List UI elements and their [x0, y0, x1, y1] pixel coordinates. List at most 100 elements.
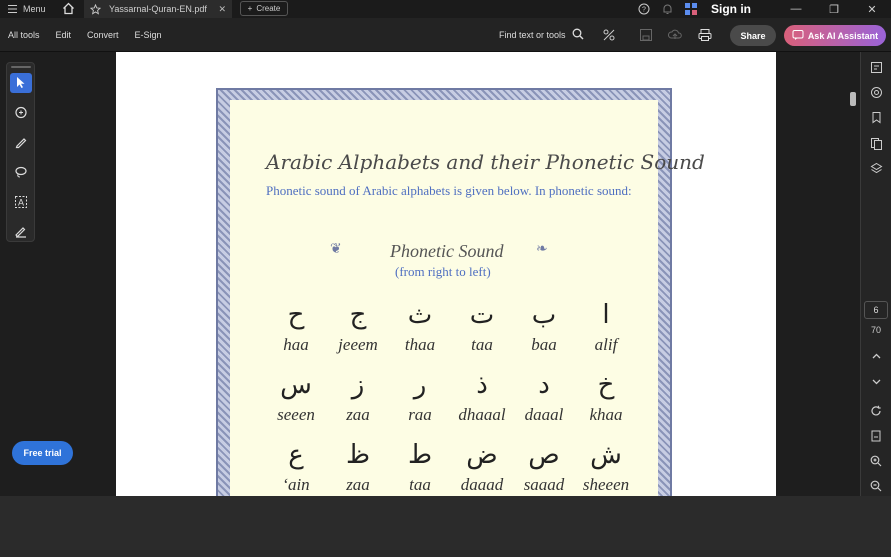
section-subtitle: (from right to left)	[395, 264, 491, 279]
letter-cell: س seeen	[266, 365, 326, 425]
main-toolbar: All tools Edit Convert E-Sign Find text …	[0, 18, 891, 52]
letter-cell: ا alif	[576, 295, 636, 355]
arabic-letter: ظ	[345, 440, 371, 470]
find-text-or-tools[interactable]: Find text or tools	[499, 28, 584, 42]
phonetic-label: khaa	[589, 405, 623, 424]
draw-tool-button[interactable]	[10, 162, 32, 182]
arabic-letter: د	[538, 370, 550, 400]
document-tab[interactable]: Yassarnal-Quran-EN.pdf ✕	[84, 0, 232, 18]
phonetic-label: alif	[594, 335, 618, 354]
minimize-icon[interactable]: —	[777, 3, 815, 15]
comment-list-icon[interactable]	[865, 58, 887, 77]
chevron-down-icon[interactable]	[865, 372, 887, 391]
home-icon[interactable]	[62, 2, 75, 15]
cloud-upload-icon[interactable]	[667, 28, 682, 42]
bookmark-icon[interactable]	[865, 108, 887, 127]
arabic-letter: ح	[287, 300, 305, 330]
arabic-letter: ذ	[476, 370, 488, 400]
current-page-input[interactable]: 6	[864, 301, 888, 319]
arabic-letter: ع	[288, 440, 304, 470]
phonetic-label: seeen	[277, 405, 315, 424]
right-panel: 6 70	[860, 52, 891, 496]
total-pages: 70	[870, 324, 881, 335]
text-box-icon: A	[14, 195, 27, 208]
zoom-out-icon[interactable]	[865, 477, 887, 496]
tools-settings-icon[interactable]	[602, 28, 616, 42]
ai-insights-icon[interactable]	[865, 83, 887, 102]
arabic-letter: ض	[466, 440, 498, 470]
letter-cell: ظ zaa	[328, 435, 388, 495]
quick-tools-panel: A	[6, 62, 35, 242]
close-tab-icon[interactable]: ✕	[218, 4, 226, 15]
letter-cell: ش sheeen	[576, 435, 636, 495]
titlebar-right: ? Sign in — ❐ ✕	[638, 0, 891, 18]
all-tools-menu[interactable]: All tools	[8, 30, 40, 40]
fit-page-icon[interactable]	[865, 426, 887, 445]
sign-tool-button[interactable]	[10, 221, 32, 241]
free-trial-button[interactable]: Free trial	[12, 441, 73, 465]
letter-cell: ض daaad	[452, 435, 512, 495]
lasso-icon	[14, 166, 27, 178]
tab-title: Yassarnal-Quran-EN.pdf	[109, 4, 207, 14]
sign-in-link[interactable]: Sign in	[711, 2, 751, 16]
arabic-letter: ت	[469, 300, 495, 330]
arabic-letter: ا	[602, 300, 610, 330]
star-icon[interactable]	[90, 3, 101, 15]
add-comment-button[interactable]	[10, 103, 32, 123]
pen-icon	[15, 138, 26, 149]
print-icon[interactable]	[698, 28, 712, 42]
convert-menu[interactable]: Convert	[87, 30, 119, 40]
phonetic-label: baa	[531, 335, 557, 354]
edit-menu[interactable]: Edit	[56, 30, 72, 40]
drag-handle[interactable]	[10, 66, 31, 68]
arabic-letter: ش	[590, 440, 622, 470]
phonetic-label: ‘ain	[282, 475, 310, 494]
phonetic-label: zaa	[346, 405, 370, 424]
document-description: Phonetic sound of Arabic alphabets is gi…	[266, 183, 632, 198]
text-select-tool-button[interactable]: A	[10, 192, 32, 212]
chevron-up-icon[interactable]	[865, 347, 887, 366]
highlight-tool-button[interactable]	[10, 132, 32, 152]
phonetic-label: jeeem	[338, 335, 378, 354]
find-label: Find text or tools	[499, 30, 566, 40]
letter-cell: د daaal	[514, 365, 574, 425]
signature-icon	[14, 227, 26, 238]
layers-icon[interactable]	[865, 159, 887, 178]
taskbar-area	[0, 496, 891, 557]
letter-cell: ز zaa	[328, 365, 388, 425]
letter-cell: ع ‘ain	[266, 435, 326, 495]
phonetic-label: daaad	[460, 475, 504, 494]
share-button[interactable]: Share	[730, 25, 776, 46]
phonetic-label: taa	[471, 335, 493, 354]
phonetic-label: haa	[283, 335, 309, 354]
phonetic-label: dhaaal	[458, 405, 506, 424]
help-icon[interactable]: ?	[638, 3, 650, 15]
bell-icon[interactable]	[662, 3, 673, 15]
menu-button[interactable]: Menu	[0, 4, 56, 14]
title-bar: Menu Yassarnal-Quran-EN.pdf ✕ + Create ?…	[0, 0, 891, 18]
arabic-letter: ث	[407, 300, 433, 330]
ai-assistant-button[interactable]: Ask AI Assistant	[784, 25, 886, 46]
phonetic-label: taa	[409, 475, 431, 494]
esign-menu[interactable]: E-Sign	[135, 30, 162, 40]
search-icon	[572, 28, 584, 42]
letter-cell: ذ dhaaal	[452, 365, 512, 425]
zoom-in-icon[interactable]	[865, 452, 887, 471]
pages-icon[interactable]	[865, 134, 887, 153]
hamburger-icon	[8, 5, 17, 13]
letter-cell: ر raa	[390, 365, 450, 425]
select-tool-button[interactable]	[9, 73, 32, 93]
arabic-letter: ر	[413, 370, 427, 400]
save-icon[interactable]	[639, 28, 653, 42]
refresh-icon[interactable]	[865, 401, 887, 420]
letter-cell: ج jeeem	[328, 295, 388, 355]
letter-cell: ث thaa	[390, 295, 450, 355]
plus-icon: +	[247, 4, 253, 13]
phonetic-label: raa	[408, 405, 432, 424]
create-button[interactable]: + Create	[240, 1, 288, 16]
restore-icon[interactable]: ❐	[815, 3, 853, 16]
comment-icon	[14, 106, 27, 118]
vertical-scrollbar[interactable]	[850, 92, 856, 106]
close-window-icon[interactable]: ✕	[853, 3, 891, 16]
apps-grid-icon[interactable]	[685, 3, 697, 15]
